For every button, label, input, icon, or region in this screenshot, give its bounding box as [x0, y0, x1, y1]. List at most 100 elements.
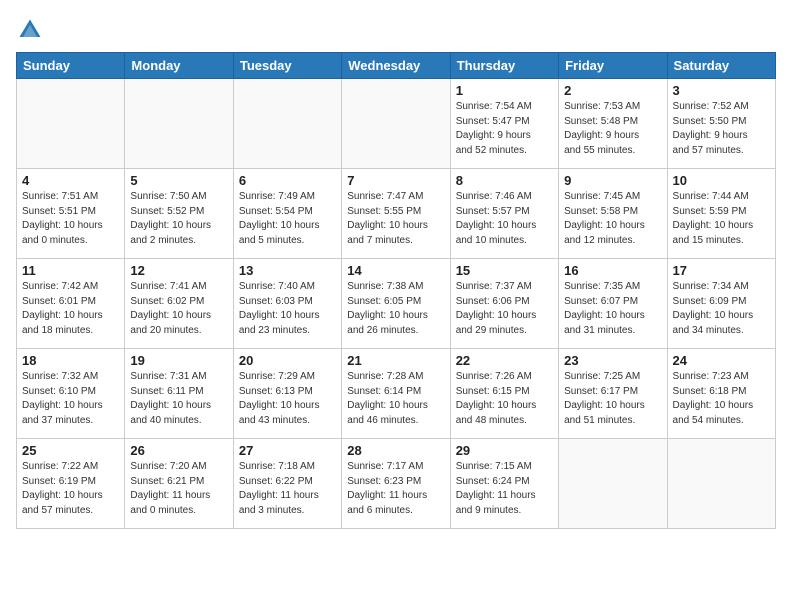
day-number: 8	[456, 173, 553, 188]
logo-icon	[16, 16, 44, 44]
column-header-saturday: Saturday	[667, 53, 775, 79]
day-info: Sunrise: 7:42 AM Sunset: 6:01 PM Dayligh…	[22, 280, 119, 338]
day-info: Sunrise: 7:40 AM Sunset: 6:03 PM Dayligh…	[239, 280, 336, 338]
calendar-cell: 20 Sunrise: 7:29 AM Sunset: 6:13 PM Dayli…	[233, 349, 341, 439]
calendar-cell: 9 Sunrise: 7:45 AM Sunset: 5:58 PM Daylig…	[559, 169, 667, 259]
day-info: Sunrise: 7:45 AM Sunset: 5:58 PM Dayligh…	[564, 190, 661, 248]
calendar-cell: 14 Sunrise: 7:38 AM Sunset: 6:05 PM Dayli…	[342, 259, 450, 349]
calendar-cell	[342, 79, 450, 169]
week-row-2: 4 Sunrise: 7:51 AM Sunset: 5:51 PM Daylig…	[17, 169, 776, 259]
day-info: Sunrise: 7:34 AM Sunset: 6:09 PM Dayligh…	[673, 280, 770, 338]
day-info: Sunrise: 7:31 AM Sunset: 6:11 PM Dayligh…	[130, 370, 227, 428]
day-number: 26	[130, 443, 227, 458]
calendar-cell: 5 Sunrise: 7:50 AM Sunset: 5:52 PM Daylig…	[125, 169, 233, 259]
day-number: 4	[22, 173, 119, 188]
day-info: Sunrise: 7:50 AM Sunset: 5:52 PM Dayligh…	[130, 190, 227, 248]
day-info: Sunrise: 7:37 AM Sunset: 6:06 PM Dayligh…	[456, 280, 553, 338]
calendar-cell: 27Sunrise: 7:18 AM Sunset: 6:22 PM Dayli…	[233, 439, 341, 529]
day-number: 23	[564, 353, 661, 368]
day-number: 24	[673, 353, 770, 368]
day-info: Sunrise: 7:25 AM Sunset: 6:17 PM Dayligh…	[564, 370, 661, 428]
column-header-wednesday: Wednesday	[342, 53, 450, 79]
column-header-monday: Monday	[125, 53, 233, 79]
calendar-cell: 29 Sunrise: 7:15 AM Sunset: 6:24 PM Dayli…	[450, 439, 558, 529]
calendar-cell	[233, 79, 341, 169]
week-row-3: 11 Sunrise: 7:42 AM Sunset: 6:01 PM Dayli…	[17, 259, 776, 349]
week-row-5: 25 Sunrise: 7:22 AM Sunset: 6:19 PM Dayli…	[17, 439, 776, 529]
calendar-cell: 17Sunrise: 7:34 AM Sunset: 6:09 PM Dayli…	[667, 259, 775, 349]
day-info: Sunrise: 7:32 AM Sunset: 6:10 PM Dayligh…	[22, 370, 119, 428]
calendar-cell: 21 Sunrise: 7:28 AM Sunset: 6:14 PM Dayli…	[342, 349, 450, 439]
day-number: 13	[239, 263, 336, 278]
calendar-cell: 16 Sunrise: 7:35 AM Sunset: 6:07 PM Dayli…	[559, 259, 667, 349]
day-number: 11	[22, 263, 119, 278]
calendar-cell: 3 Sunrise: 7:52 AM Sunset: 5:50 PM Daylig…	[667, 79, 775, 169]
day-info: Sunrise: 7:22 AM Sunset: 6:19 PM Dayligh…	[22, 460, 119, 518]
calendar-cell: 10 Sunrise: 7:44 AM Sunset: 5:59 PM Dayli…	[667, 169, 775, 259]
calendar-cell: 19 Sunrise: 7:31 AM Sunset: 6:11 PM Dayli…	[125, 349, 233, 439]
calendar-cell: 4 Sunrise: 7:51 AM Sunset: 5:51 PM Daylig…	[17, 169, 125, 259]
calendar-cell: 15 Sunrise: 7:37 AM Sunset: 6:06 PM Dayli…	[450, 259, 558, 349]
calendar-cell	[125, 79, 233, 169]
calendar-cell: 7 Sunrise: 7:47 AM Sunset: 5:55 PM Daylig…	[342, 169, 450, 259]
day-number: 21	[347, 353, 444, 368]
calendar-cell: 6Sunrise: 7:49 AM Sunset: 5:54 PM Daylig…	[233, 169, 341, 259]
calendar-cell: 28 Sunrise: 7:17 AM Sunset: 6:23 PM Dayli…	[342, 439, 450, 529]
calendar-cell	[559, 439, 667, 529]
calendar-cell: 12 Sunrise: 7:41 AM Sunset: 6:02 PM Dayli…	[125, 259, 233, 349]
day-number: 28	[347, 443, 444, 458]
day-info: Sunrise: 7:17 AM Sunset: 6:23 PM Dayligh…	[347, 460, 444, 518]
day-number: 15	[456, 263, 553, 278]
calendar-cell	[17, 79, 125, 169]
day-info: Sunrise: 7:49 AM Sunset: 5:54 PM Dayligh…	[239, 190, 336, 248]
day-number: 10	[673, 173, 770, 188]
day-info: Sunrise: 7:20 AM Sunset: 6:21 PM Dayligh…	[130, 460, 227, 518]
calendar-cell: 13 Sunrise: 7:40 AM Sunset: 6:03 PM Dayli…	[233, 259, 341, 349]
week-row-1: 1 Sunrise: 7:54 AM Sunset: 5:47 PM Daylig…	[17, 79, 776, 169]
day-info: Sunrise: 7:54 AM Sunset: 5:47 PM Dayligh…	[456, 100, 553, 158]
day-number: 9	[564, 173, 661, 188]
day-info: Sunrise: 7:51 AM Sunset: 5:51 PM Dayligh…	[22, 190, 119, 248]
day-number: 22	[456, 353, 553, 368]
day-number: 7	[347, 173, 444, 188]
day-info: Sunrise: 7:47 AM Sunset: 5:55 PM Dayligh…	[347, 190, 444, 248]
day-info: Sunrise: 7:53 AM Sunset: 5:48 PM Dayligh…	[564, 100, 661, 158]
day-info: Sunrise: 7:46 AM Sunset: 5:57 PM Dayligh…	[456, 190, 553, 248]
column-header-sunday: Sunday	[17, 53, 125, 79]
page-header	[16, 16, 776, 44]
calendar-cell: 25 Sunrise: 7:22 AM Sunset: 6:19 PM Dayli…	[17, 439, 125, 529]
column-header-tuesday: Tuesday	[233, 53, 341, 79]
calendar-table: SundayMondayTuesdayWednesdayThursdayFrid…	[16, 52, 776, 529]
day-number: 19	[130, 353, 227, 368]
day-info: Sunrise: 7:15 AM Sunset: 6:24 PM Dayligh…	[456, 460, 553, 518]
day-number: 3	[673, 83, 770, 98]
calendar-cell: 18 Sunrise: 7:32 AM Sunset: 6:10 PM Dayli…	[17, 349, 125, 439]
calendar-cell: 24Sunrise: 7:23 AM Sunset: 6:18 PM Dayli…	[667, 349, 775, 439]
day-number: 20	[239, 353, 336, 368]
calendar-cell: 2 Sunrise: 7:53 AM Sunset: 5:48 PM Daylig…	[559, 79, 667, 169]
day-info: Sunrise: 7:26 AM Sunset: 6:15 PM Dayligh…	[456, 370, 553, 428]
day-number: 5	[130, 173, 227, 188]
day-number: 12	[130, 263, 227, 278]
day-info: Sunrise: 7:28 AM Sunset: 6:14 PM Dayligh…	[347, 370, 444, 428]
day-info: Sunrise: 7:38 AM Sunset: 6:05 PM Dayligh…	[347, 280, 444, 338]
column-header-thursday: Thursday	[450, 53, 558, 79]
day-info: Sunrise: 7:35 AM Sunset: 6:07 PM Dayligh…	[564, 280, 661, 338]
week-row-4: 18 Sunrise: 7:32 AM Sunset: 6:10 PM Dayli…	[17, 349, 776, 439]
day-number: 29	[456, 443, 553, 458]
day-number: 16	[564, 263, 661, 278]
day-number: 2	[564, 83, 661, 98]
day-info: Sunrise: 7:29 AM Sunset: 6:13 PM Dayligh…	[239, 370, 336, 428]
calendar-cell: 22 Sunrise: 7:26 AM Sunset: 6:15 PM Dayli…	[450, 349, 558, 439]
day-number: 25	[22, 443, 119, 458]
calendar-header-row: SundayMondayTuesdayWednesdayThursdayFrid…	[17, 53, 776, 79]
calendar-cell: 26 Sunrise: 7:20 AM Sunset: 6:21 PM Dayli…	[125, 439, 233, 529]
day-number: 27	[239, 443, 336, 458]
day-info: Sunrise: 7:44 AM Sunset: 5:59 PM Dayligh…	[673, 190, 770, 248]
calendar-cell	[667, 439, 775, 529]
day-number: 18	[22, 353, 119, 368]
day-number: 1	[456, 83, 553, 98]
day-number: 14	[347, 263, 444, 278]
day-info: Sunrise: 7:52 AM Sunset: 5:50 PM Dayligh…	[673, 100, 770, 158]
day-info: Sunrise: 7:41 AM Sunset: 6:02 PM Dayligh…	[130, 280, 227, 338]
